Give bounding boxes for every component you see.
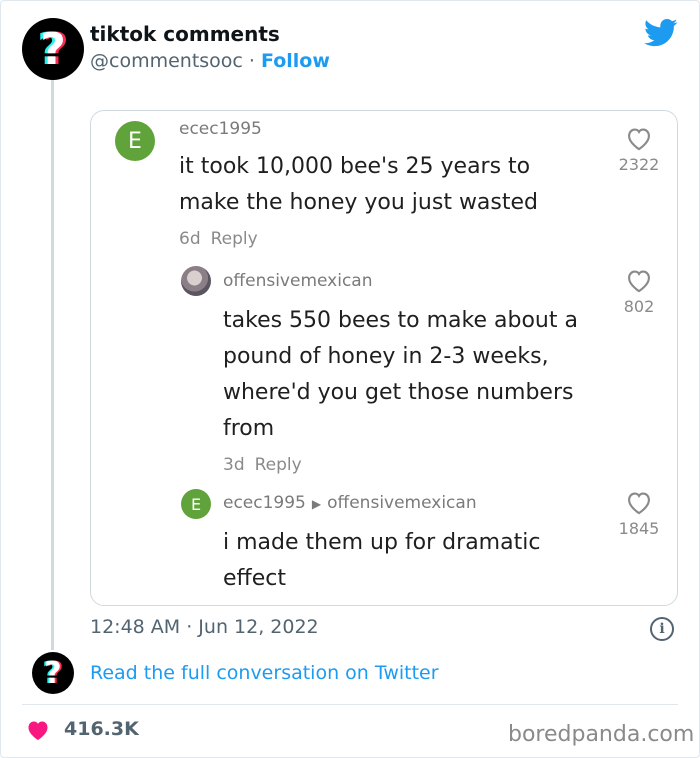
like-count: 1845: [618, 519, 660, 538]
reply-link: Reply: [254, 455, 302, 475]
comment-line: effect: [223, 566, 286, 591]
tweet-like-count[interactable]: 416.3K: [64, 718, 139, 740]
reply-arrow-icon: ▶: [311, 497, 322, 511]
author-name[interactable]: tiktok comments: [90, 22, 280, 46]
like-count: 2322: [618, 155, 660, 174]
comment-meta: 6d Reply: [179, 229, 258, 249]
comment-line: from: [223, 416, 275, 441]
twitter-bird-icon[interactable]: [644, 18, 678, 48]
tweet-timestamp[interactable]: 12:48 AM · Jun 12, 2022: [90, 616, 319, 638]
heart-outline-icon: [628, 492, 650, 515]
commenter-avatar: E: [181, 489, 211, 519]
comment-like: 2322: [609, 125, 669, 174]
comment-line: where'd you get those numbers: [223, 380, 574, 405]
reply-link: Reply: [210, 229, 258, 249]
read-conversation-link[interactable]: Read the full conversation on Twitter: [90, 662, 439, 684]
like-count: 802: [623, 297, 655, 316]
question-mark-logo-icon: ? ? ?: [37, 23, 69, 75]
author-handle-row: @commentsooc · Follow: [90, 50, 330, 72]
comment-like: 1845: [609, 489, 669, 538]
reply-to-username: offensivemexican: [327, 493, 477, 513]
comment-username: ecec1995: [179, 119, 262, 139]
heart-outline-icon: [628, 128, 650, 151]
heart-filled-icon[interactable]: [26, 719, 50, 741]
question-mark-logo-icon: ? ? ?: [42, 655, 64, 691]
follow-button[interactable]: Follow: [261, 50, 330, 72]
separator: ·: [248, 50, 255, 72]
comment-line: i made them up for dramatic: [223, 530, 541, 555]
author-handle[interactable]: @commentsooc: [90, 50, 243, 72]
info-icon[interactable]: i: [650, 617, 674, 641]
thread-line: [51, 80, 54, 650]
comment-meta: 3d Reply: [223, 455, 302, 475]
small-author-avatar[interactable]: ? ? ?: [32, 652, 74, 694]
watermark: boredpanda.com: [508, 722, 695, 747]
comment-line: it took 10,000 bee's 25 years to: [179, 154, 531, 179]
comment-username: offensivemexican: [223, 271, 373, 291]
author-avatar[interactable]: ? ? ?: [22, 18, 84, 80]
comment-line: takes 550 bees to make about a: [223, 308, 578, 333]
comment-age: 6d: [179, 229, 201, 249]
comment-text: it took 10,000 bee's 25 years to make th…: [179, 149, 538, 221]
comment-line: pound of honey in 2-3 weeks,: [223, 344, 549, 369]
commenter-avatar-photo: [181, 266, 211, 296]
comment-username-row: ecec1995 ▶ offensivemexican: [223, 493, 477, 513]
comment-username: ecec1995: [223, 493, 306, 513]
divider: [22, 704, 678, 705]
comment-text: takes 550 bees to make about a pound of …: [223, 303, 578, 447]
commenter-avatar: E: [115, 121, 155, 161]
comment-like: 802: [609, 267, 669, 316]
comment-line: make the honey you just wasted: [179, 190, 539, 215]
comment-text: i made them up for dramatic effect: [223, 525, 540, 597]
comment-card: E ecec1995 it took 10,000 bee's 25 years…: [90, 110, 678, 606]
comment-age: 3d: [223, 455, 245, 475]
heart-outline-icon: [628, 270, 650, 293]
